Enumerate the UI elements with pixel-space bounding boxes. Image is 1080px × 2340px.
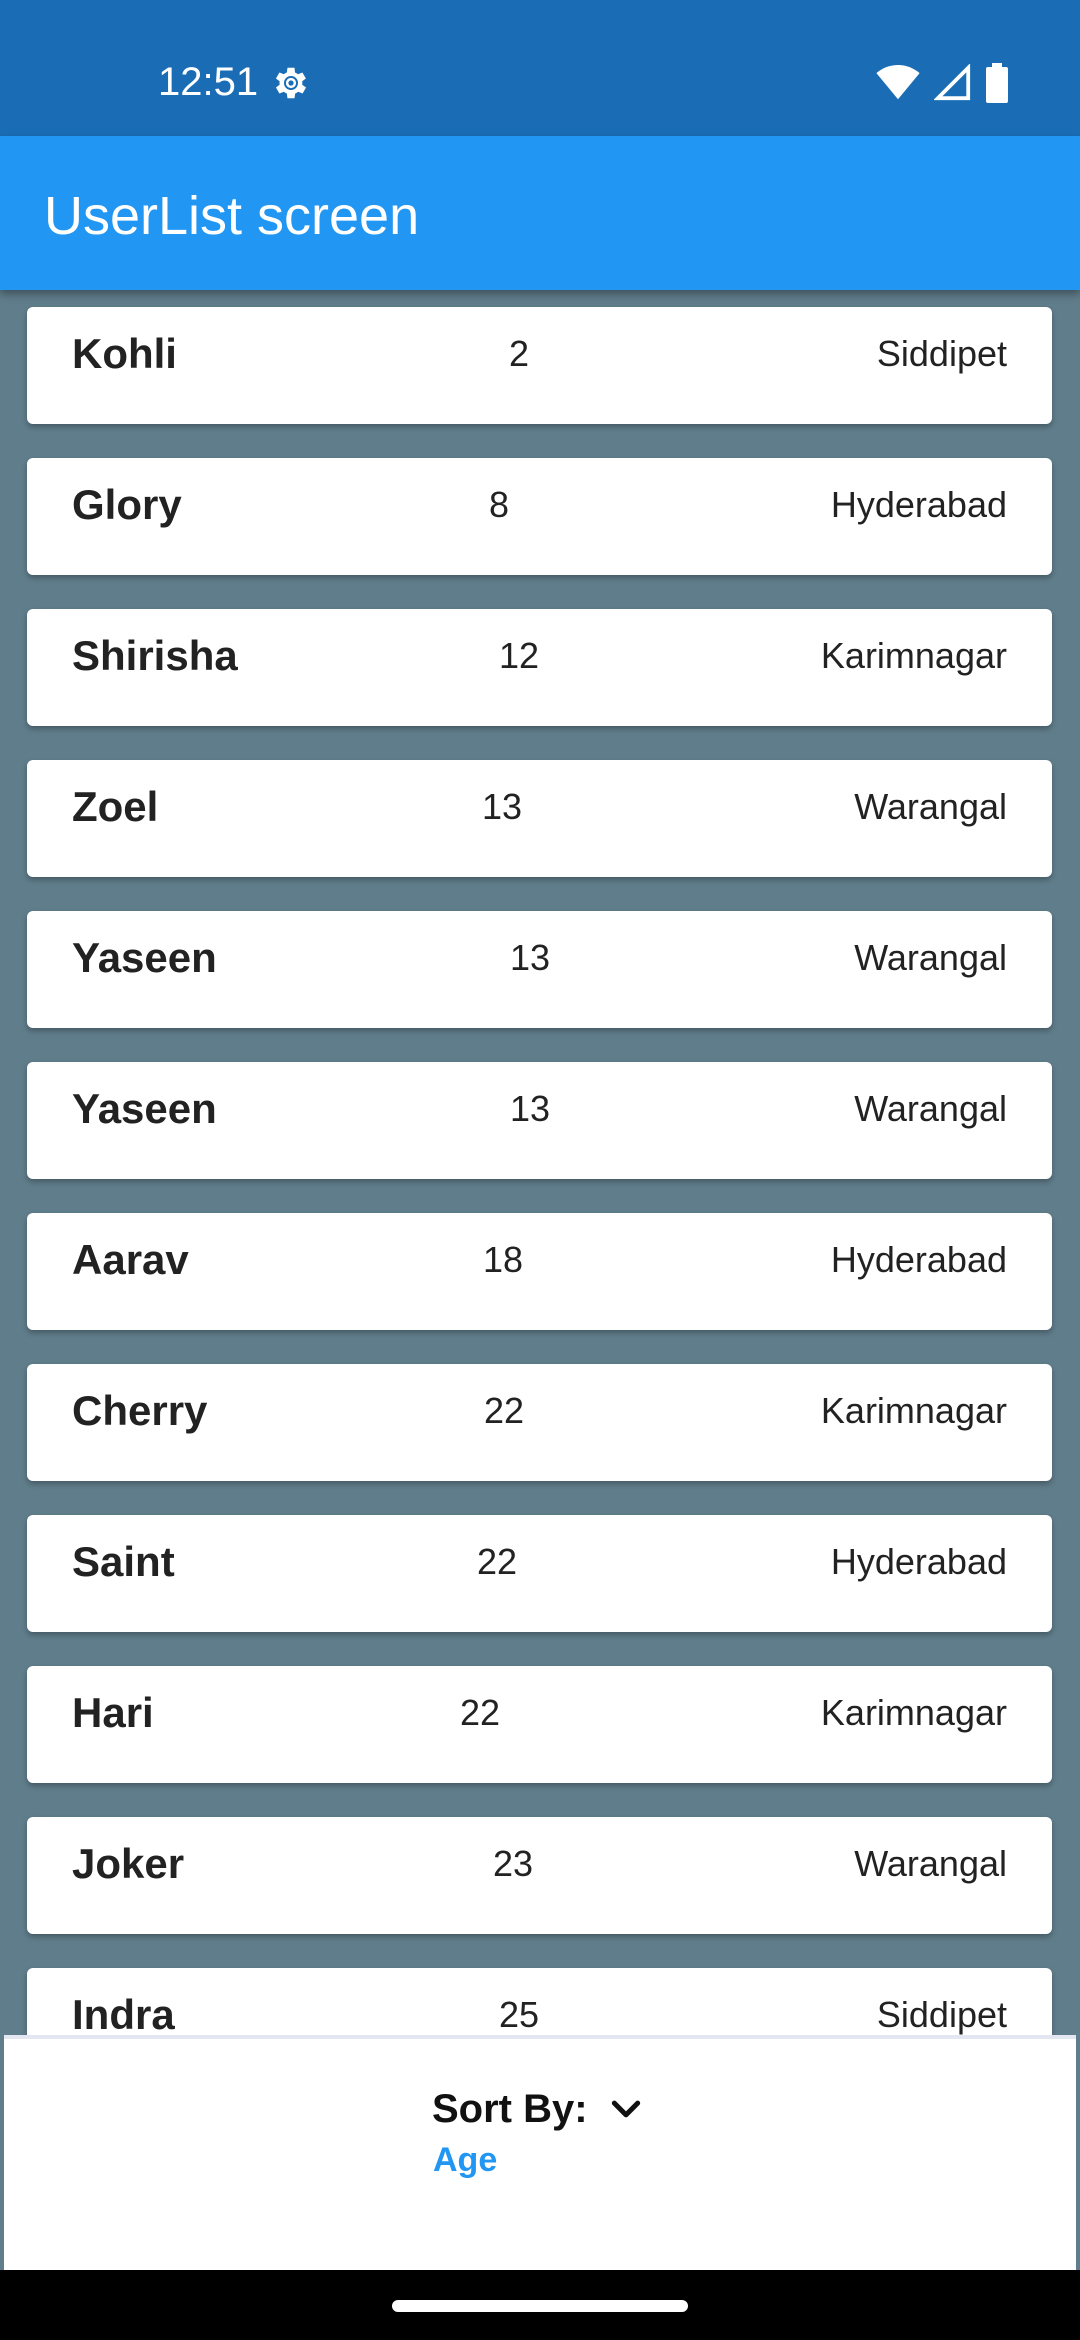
list-item[interactable]: Yaseen 13 Warangal: [27, 911, 1052, 1028]
user-city: Warangal: [854, 937, 1007, 978]
user-name: Hari: [72, 1689, 154, 1736]
app-bar: UserList screen: [0, 136, 1080, 290]
user-name: Indra: [72, 1991, 175, 2035]
user-city: Warangal: [854, 786, 1007, 827]
user-name: Yaseen: [72, 934, 217, 981]
list-item[interactable]: Glory 8 Hyderabad: [27, 458, 1052, 575]
user-age: 13: [510, 1088, 551, 1129]
home-handle[interactable]: [392, 2300, 688, 2312]
sort-label: Sort By:: [432, 2087, 588, 2131]
user-city: Hyderabad: [830, 1239, 1007, 1280]
user-name: Kohli: [72, 330, 177, 377]
user-name: Saint: [72, 1538, 175, 1585]
user-age: 2: [509, 333, 530, 374]
user-city: Karimnagar: [820, 1692, 1007, 1733]
status-time: 12:51: [158, 60, 259, 104]
list-item[interactable]: Aarav 18 Hyderabad: [27, 1213, 1052, 1330]
sort-dropdown[interactable]: Sort By:: [432, 2085, 646, 2133]
navigation-bar: [0, 2270, 1080, 2340]
settings-gear-icon: [275, 67, 307, 99]
list-item[interactable]: Yaseen 13 Warangal: [27, 1062, 1052, 1179]
list-item[interactable]: Joker 23 Warangal: [27, 1817, 1052, 1934]
user-name: Joker: [72, 1840, 185, 1887]
user-age: 18: [483, 1239, 524, 1280]
status-bar: 12:51: [0, 0, 1080, 136]
list-item[interactable]: Shirisha 12 Karimnagar: [27, 609, 1052, 726]
chevron-down-icon[interactable]: [606, 2089, 646, 2129]
user-age: 22: [460, 1692, 501, 1733]
sort-value[interactable]: Age: [433, 2139, 497, 2181]
user-city: Warangal: [854, 1843, 1007, 1884]
page-title: UserList screen: [44, 186, 420, 246]
user-city: Karimnagar: [820, 1390, 1007, 1431]
user-city: Siddipet: [876, 1994, 1007, 2035]
list-item[interactable]: Kohli 2 Siddipet: [27, 307, 1052, 424]
user-city: Siddipet: [876, 333, 1007, 374]
user-name: Yaseen: [72, 1085, 217, 1132]
user-city: Karimnagar: [820, 635, 1007, 676]
user-age: 25: [499, 1994, 540, 2035]
user-city: Warangal: [854, 1088, 1007, 1129]
user-age: 23: [493, 1843, 534, 1884]
user-age: 22: [477, 1541, 518, 1582]
user-age: 13: [482, 786, 523, 827]
user-city: Hyderabad: [830, 484, 1007, 525]
user-name: Glory: [72, 481, 182, 528]
sort-panel: Sort By: Age: [4, 2035, 1076, 2274]
user-age: 22: [484, 1390, 525, 1431]
list-item[interactable]: Indra 25 Siddipet: [27, 1968, 1052, 2035]
user-list-viewport[interactable]: Kohli 2 Siddipet Glory 8 Hyderabad Shiri…: [0, 290, 1080, 2035]
user-name: Cherry: [72, 1387, 208, 1434]
user-age: 12: [499, 635, 540, 676]
user-name: Zoel: [72, 783, 159, 830]
battery-icon: [986, 63, 1008, 103]
wifi-icon: [876, 65, 920, 100]
list-item[interactable]: Saint 22 Hyderabad: [27, 1515, 1052, 1632]
user-city: Hyderabad: [830, 1541, 1007, 1582]
status-icons: [876, 62, 1008, 104]
list-item[interactable]: Zoel 13 Warangal: [27, 760, 1052, 877]
list-item[interactable]: Cherry 22 Karimnagar: [27, 1364, 1052, 1481]
user-age: 13: [510, 937, 551, 978]
user-age: 8: [489, 484, 510, 525]
user-name: Shirisha: [72, 632, 238, 679]
user-list: Kohli 2 Siddipet Glory 8 Hyderabad Shiri…: [0, 307, 1080, 2035]
cellular-signal-icon: [934, 64, 971, 101]
list-item[interactable]: Hari 22 Karimnagar: [27, 1666, 1052, 1783]
user-name: Aarav: [72, 1236, 189, 1283]
